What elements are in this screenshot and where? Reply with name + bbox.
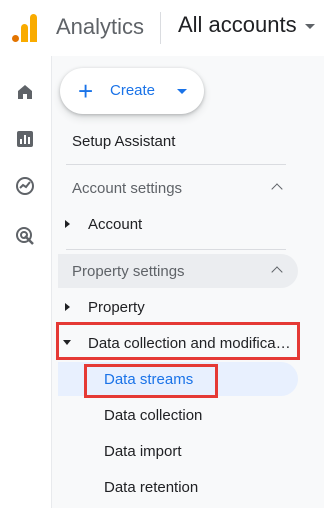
top-bar: Analytics All accounts: [0, 0, 324, 56]
setup-assistant-link[interactable]: Setup Assistant: [72, 133, 175, 150]
account-settings-header[interactable]: Account settings: [72, 180, 182, 197]
expand-arrow-icon[interactable]: [65, 220, 70, 228]
account-item[interactable]: Account: [88, 216, 142, 233]
left-rail: [0, 56, 52, 508]
account-selector[interactable]: All accounts: [178, 12, 297, 38]
logo-bar-tall: [30, 14, 37, 42]
analytics-logo-icon[interactable]: [12, 14, 38, 42]
highlight-box: [84, 364, 218, 398]
divider: [66, 249, 286, 250]
data-retention-item[interactable]: Data retention: [104, 479, 198, 496]
app-title[interactable]: Analytics: [56, 14, 144, 40]
divider: [66, 164, 286, 165]
header-divider: [160, 12, 161, 44]
plus-icon: +: [78, 76, 94, 106]
create-button[interactable]: + Create: [60, 68, 204, 114]
create-label: Create: [110, 82, 156, 99]
chevron-down-icon[interactable]: [305, 24, 315, 29]
home-icon[interactable]: [13, 80, 37, 104]
data-collection-item[interactable]: Data collection: [104, 407, 202, 424]
property-item[interactable]: Property: [88, 299, 145, 316]
expand-arrow-icon[interactable]: [65, 303, 70, 311]
advertising-icon[interactable]: [13, 224, 37, 248]
explore-icon[interactable]: [13, 174, 37, 198]
logo-bar-mid: [21, 24, 28, 42]
property-settings-header[interactable]: Property settings: [72, 263, 185, 280]
chevron-down-icon: [177, 89, 187, 94]
data-import-item[interactable]: Data import: [104, 443, 182, 460]
highlight-box: [56, 322, 300, 360]
reports-icon[interactable]: [13, 127, 37, 151]
logo-dot: [12, 35, 19, 42]
